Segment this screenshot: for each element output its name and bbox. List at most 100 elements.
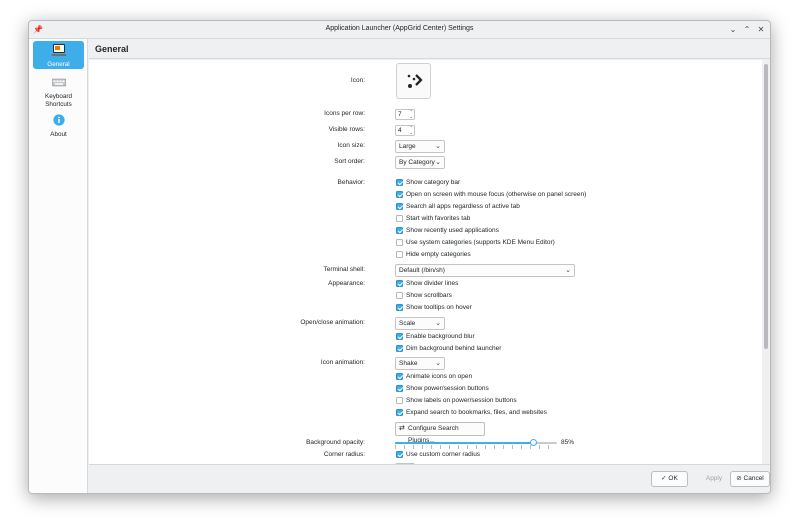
icon-picker-button[interactable] xyxy=(396,63,431,99)
icon-size-combo[interactable]: Large ⌄ xyxy=(395,140,445,153)
sidebar-item-label: About xyxy=(50,131,67,138)
close-icon[interactable]: ✕ xyxy=(756,25,766,35)
open-close-animation-label: Open/close animation: xyxy=(300,319,365,326)
terminal-shell-value: Default (/bin/sh) xyxy=(399,267,445,274)
ok-button-label: OK xyxy=(668,475,678,482)
checkbox-box[interactable] xyxy=(396,373,403,380)
checkbox-box[interactable] xyxy=(396,292,403,299)
checkbox-label: Search all apps regardless of active tab xyxy=(406,203,520,210)
visible-rows-spinbox[interactable]: 4 ⌃ ⌄ xyxy=(395,125,415,136)
corner-radius-label: Corner radius: xyxy=(323,451,365,458)
checkbox-box[interactable] xyxy=(396,385,403,392)
checkbox-label: Show tooltips on hover xyxy=(406,304,472,311)
spin-arrows-icon[interactable]: ⌃⌄ xyxy=(409,109,413,119)
sidebar-item-keyboard-shortcuts[interactable]: Keyboard Shortcuts xyxy=(33,73,84,108)
checkbox-box[interactable] xyxy=(396,239,403,246)
checkbox-box[interactable] xyxy=(396,397,403,404)
checkbox-box[interactable] xyxy=(396,333,403,340)
dialog-footer: ✓ OK Apply ⊘ Cancel xyxy=(89,464,770,493)
configure-icon: ⇄ xyxy=(399,425,405,432)
background-opacity-value: 85% xyxy=(561,439,575,446)
ok-button[interactable]: ✓ OK xyxy=(651,471,688,487)
checkbox-label: Dim background behind launcher xyxy=(406,345,502,352)
scrollbar-thumb[interactable] xyxy=(764,64,768,349)
sidebar: General Keyboard Shortcuts About xyxy=(29,39,88,493)
behavior-label: Behavior: xyxy=(337,179,365,186)
slider-fill xyxy=(395,442,533,444)
checkbox-box[interactable] xyxy=(396,179,403,186)
checkbox-label: Open on screen with mouse focus (otherwi… xyxy=(406,191,587,198)
title-bar: 📌 Application Launcher (AppGrid Center) … xyxy=(29,21,770,39)
sidebar-item-label: General xyxy=(47,61,70,68)
icons-per-row-value: 7 xyxy=(398,111,402,118)
open-close-animation-combo[interactable]: Scale ⌄ xyxy=(395,317,445,330)
icon-size-value: Large xyxy=(399,143,416,150)
visible-rows-label: Visible rows: xyxy=(328,126,365,133)
checkbox-box[interactable] xyxy=(396,345,403,352)
page-title: General xyxy=(95,44,129,54)
chevron-down-icon: ⌄ xyxy=(435,360,441,367)
sidebar-item-general[interactable]: General xyxy=(33,41,84,69)
checkbox-box[interactable] xyxy=(396,409,403,416)
spin-arrows-icon[interactable]: ⌃⌄ xyxy=(409,125,413,135)
checkbox-box[interactable] xyxy=(396,203,403,210)
terminal-shell-combo[interactable]: Default (/bin/sh) ⌄ xyxy=(395,264,575,277)
vertical-scrollbar[interactable] xyxy=(762,60,770,466)
open-close-animation-value: Scale xyxy=(399,320,416,327)
checkbox-box[interactable] xyxy=(396,191,403,198)
checkbox-label: Use custom corner radius xyxy=(406,451,481,458)
chevron-down-icon: ⌄ xyxy=(435,143,441,150)
appearance-label: Appearance: xyxy=(328,280,365,287)
background-opacity-label: Background opacity: xyxy=(306,439,365,446)
checkbox-box[interactable] xyxy=(396,280,403,287)
apply-button-label: Apply xyxy=(705,475,723,482)
page-header: General xyxy=(89,39,770,59)
checkbox-label: Show divider lines xyxy=(406,280,459,287)
checkbox-label: Show recently used applications xyxy=(406,227,499,234)
icon-label: Icon: xyxy=(350,77,365,84)
icons-per-row-label: Icons per row: xyxy=(324,110,365,117)
sort-order-value: By Category xyxy=(399,159,435,166)
cancel-button[interactable]: ⊘ Cancel xyxy=(730,471,770,487)
chevron-down-icon: ⌄ xyxy=(435,320,441,327)
maximize-icon[interactable]: ⌃ xyxy=(742,25,752,35)
icon-animation-label: Icon animation: xyxy=(320,359,365,366)
configure-search-plugins-button[interactable]: ⇄ Configure Search Plugins... xyxy=(395,422,485,444)
window-title: Application Launcher (AppGrid Center) Se… xyxy=(325,25,474,32)
icons-per-row-spinbox[interactable]: 7 ⌃ ⌄ xyxy=(395,109,415,120)
checkbox-label: Expand search to bookmarks, files, and w… xyxy=(406,409,547,416)
checkbox-box[interactable] xyxy=(396,251,403,258)
sidebar-item-label: Keyboard Shortcuts xyxy=(45,93,72,108)
minimize-icon[interactable]: ⌄ xyxy=(728,25,738,35)
settings-window: 📌 Application Launcher (AppGrid Center) … xyxy=(28,20,771,494)
checkbox-label: Show scrollbars xyxy=(406,292,452,299)
checkbox-box[interactable] xyxy=(396,304,403,311)
sort-order-label: Sort order: xyxy=(334,158,365,165)
settings-form: Icon: Icons per row: 7 ⌃ ⌄ Visible rows: … xyxy=(89,60,762,466)
sort-order-combo[interactable]: By Category ⌄ xyxy=(395,156,445,169)
icon-size-label: Icon size: xyxy=(337,142,365,149)
checkbox-label: Enable background blur xyxy=(406,333,475,340)
checkbox-label: Use system categories (supports KDE Menu… xyxy=(406,239,555,246)
checkbox-label: Start with favorites tab xyxy=(406,215,471,222)
slider-handle[interactable] xyxy=(529,439,537,446)
icon-animation-combo[interactable]: Shake ⌄ xyxy=(395,357,445,370)
checkbox-label: Show power/session buttons xyxy=(406,385,489,392)
chevron-down-icon: ⌄ xyxy=(435,159,441,166)
check-icon: ✓ xyxy=(661,475,667,482)
checkbox-box[interactable] xyxy=(396,227,403,234)
cancel-button-label: Cancel xyxy=(743,475,764,482)
apply-button[interactable]: Apply xyxy=(695,471,733,487)
checkbox-label: Hide empty categories xyxy=(406,251,471,258)
checkbox-label: Animate icons on open xyxy=(406,373,473,380)
background-opacity-slider[interactable] xyxy=(395,439,557,449)
keyboard-icon xyxy=(51,78,66,87)
visible-rows-value: 4 xyxy=(398,127,402,134)
checkbox-label: Show category bar xyxy=(406,179,461,186)
checkbox-label: Show labels on power/session buttons xyxy=(406,397,517,404)
sidebar-item-about[interactable]: About xyxy=(33,111,84,138)
terminal-shell-label: Terminal shell: xyxy=(323,266,365,273)
chevron-down-icon: ⌄ xyxy=(565,267,571,274)
checkbox-box[interactable] xyxy=(396,451,403,458)
checkbox-box[interactable] xyxy=(396,215,403,222)
